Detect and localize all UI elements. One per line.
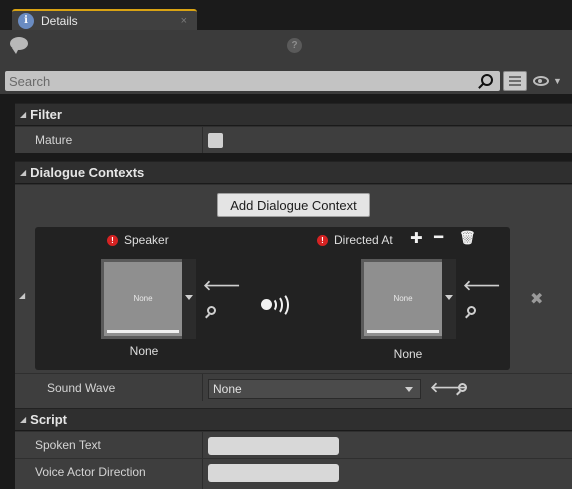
tab-strip: i Details × [0, 0, 572, 30]
details-icon: i [18, 12, 34, 29]
trash-icon[interactable]: 🗑 [459, 230, 476, 246]
thumbnail-underline [107, 330, 179, 333]
chevron-down-icon[interactable]: ▼ [553, 76, 562, 86]
view-options-icon[interactable] [503, 71, 527, 91]
tab-title: Details [41, 13, 78, 28]
minus-icon[interactable]: ━ [434, 228, 443, 246]
mature-checkbox[interactable] [208, 133, 223, 148]
collapse-icon: ◢ [20, 110, 27, 119]
category-script[interactable]: ◢ Script [15, 408, 572, 430]
category-label: Dialogue Contexts [30, 165, 145, 180]
details-toolbar: ? [0, 30, 572, 68]
column-divider[interactable] [202, 374, 203, 401]
comment-icon[interactable] [10, 37, 28, 54]
plus-icon[interactable]: ✚ [410, 229, 423, 247]
property-row-sound-wave: Sound Wave None 🡐 [15, 373, 572, 401]
property-row-spoken-text: Spoken Text [15, 431, 572, 458]
tab-details[interactable]: i Details × [12, 9, 197, 30]
chevron-down-icon [405, 387, 413, 392]
column-divider[interactable] [202, 432, 203, 458]
browse-search-icon[interactable] [458, 383, 467, 392]
expand-context-icon[interactable]: ◢ [19, 291, 25, 300]
column-divider[interactable] [202, 459, 203, 489]
tab-close-icon[interactable]: × [181, 15, 187, 27]
thumbnail-placeholder: None [133, 294, 153, 303]
column-divider[interactable] [202, 127, 203, 153]
speaker-dropdown-button[interactable] [182, 259, 196, 339]
category-dialogue-contexts[interactable]: ◢ Dialogue Contexts [15, 161, 572, 183]
warning-icon: ! [317, 235, 328, 247]
category-label: Script [30, 412, 67, 427]
search-row: ▼ [0, 68, 572, 94]
search-input[interactable] [5, 71, 475, 91]
sound-wave-dropdown[interactable]: None [208, 379, 421, 399]
speaker-label: Speaker [124, 233, 169, 247]
property-row-mature: Mature [15, 126, 572, 153]
dialogue-context-panel: ! Speaker None 🡐 None ! Directed At ✚ ━ 🗑 … [35, 227, 510, 370]
thumbnail-underline [367, 330, 439, 333]
help-icon[interactable]: ? [287, 38, 302, 53]
add-dialogue-context-button[interactable]: Add Dialogue Context [217, 193, 370, 217]
speaker-value: None [129, 344, 159, 358]
warning-icon: ! [107, 235, 118, 247]
dialogue-contexts-area: Add Dialogue Context ◢ ! Speaker None 🡐 N… [15, 184, 572, 408]
speaker-header: ! Speaker [107, 233, 169, 247]
directed-at-header: ! Directed At [317, 233, 393, 247]
voice-actor-direction-field[interactable] [208, 464, 339, 482]
search-box [5, 71, 500, 91]
category-label: Filter [30, 107, 62, 122]
browse-search-icon[interactable] [467, 306, 476, 315]
collapse-icon: ◢ [20, 168, 27, 177]
collapse-icon: ◢ [20, 415, 27, 424]
browse-search-icon[interactable] [207, 306, 216, 315]
property-row-voice-actor-direction: Voice Actor Direction [15, 458, 572, 489]
directed-at-dropdown-button[interactable] [442, 259, 456, 339]
property-label: Spoken Text [35, 438, 101, 452]
thumbnail-placeholder: None [393, 294, 413, 303]
remove-context-icon[interactable]: ✖ [530, 289, 543, 309]
property-label: Mature [35, 133, 73, 147]
spoken-text-field[interactable] [208, 437, 339, 455]
directed-at-thumbnail[interactable]: None [361, 259, 445, 339]
speaker-thumbnail[interactable]: None [101, 259, 185, 339]
directed-at-label: Directed At [334, 233, 393, 247]
category-filter[interactable]: ◢ Filter [15, 103, 572, 125]
sound-wave-value: None [213, 382, 242, 396]
property-label: Sound Wave [47, 381, 116, 395]
use-selected-arrow-icon[interactable]: 🡐 [463, 277, 501, 294]
use-selected-arrow-icon[interactable]: 🡐 [203, 277, 241, 294]
search-icon[interactable] [481, 74, 493, 86]
property-label: Voice Actor Direction [35, 465, 146, 479]
directed-at-value: None [393, 347, 423, 361]
eye-icon[interactable] [533, 76, 549, 86]
